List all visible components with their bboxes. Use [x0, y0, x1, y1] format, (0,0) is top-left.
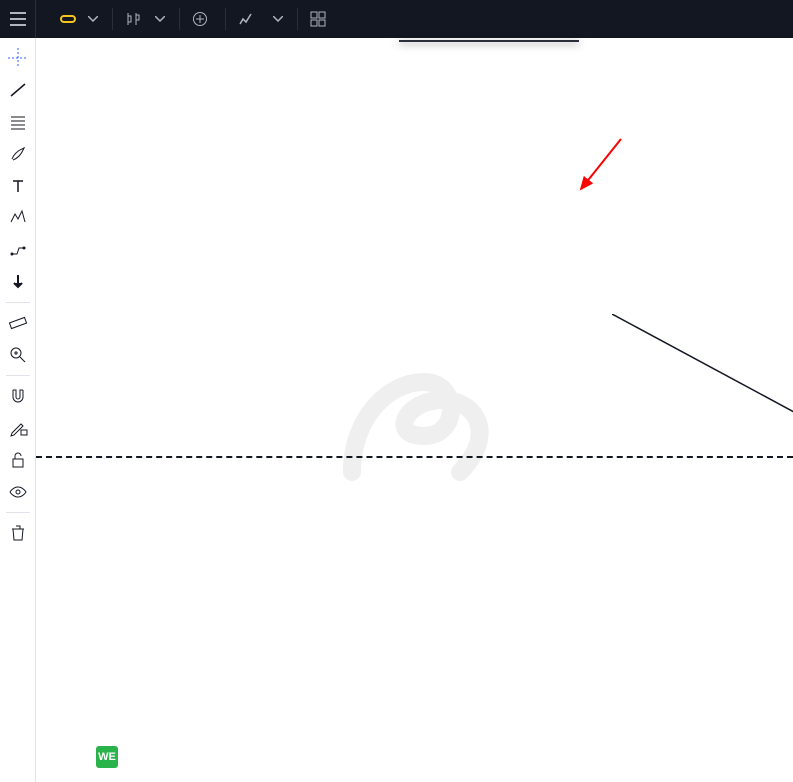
pencil-lock-icon: [8, 418, 28, 438]
trendline-tool[interactable]: [0, 74, 36, 106]
forecast-icon: [8, 240, 28, 260]
ruler-icon: [8, 313, 28, 333]
separator: [6, 375, 30, 376]
tool-rail: [0, 38, 36, 782]
pattern-tool[interactable]: [0, 202, 36, 234]
crosshair-icon: [8, 48, 28, 68]
candle-style-dropdown[interactable]: [147, 0, 173, 38]
topbar: [0, 0, 793, 38]
chevron-down-icon: [273, 16, 283, 22]
fib-icon: [8, 112, 28, 132]
text-tool[interactable]: [0, 170, 36, 202]
separator: [6, 512, 30, 513]
chevron-down-icon: [155, 16, 165, 22]
zoom-icon: [8, 345, 28, 365]
text-icon: [8, 176, 28, 196]
separator: [179, 8, 180, 30]
plus-circle-icon: [192, 11, 208, 27]
indicators-button[interactable]: [232, 11, 265, 27]
chart-area[interactable]: WE: [36, 38, 793, 782]
trash-tool[interactable]: [0, 517, 36, 549]
brush-tool[interactable]: [0, 138, 36, 170]
separator: [225, 8, 226, 30]
arrow-down-icon: [8, 272, 28, 292]
templates-button[interactable]: [304, 11, 337, 27]
timeframe-bar: [60, 15, 76, 23]
trash-icon: [8, 523, 28, 543]
compare-button[interactable]: [186, 11, 219, 27]
indicators-dropdown[interactable]: [265, 0, 291, 38]
lock-tool[interactable]: [0, 444, 36, 476]
separator: [112, 8, 113, 30]
eye-icon: [8, 482, 28, 502]
ruler-tool[interactable]: [0, 307, 36, 339]
timeframe-dropdown-toggle[interactable]: [80, 0, 106, 38]
fib-tool[interactable]: [0, 106, 36, 138]
visibility-tool[interactable]: [0, 476, 36, 508]
templates-icon: [310, 11, 326, 27]
separator: [297, 8, 298, 30]
magnet-icon: [8, 386, 28, 406]
long-short-tool[interactable]: [0, 266, 36, 298]
hamburger-button[interactable]: [0, 0, 36, 38]
annotation-arrow-icon: [576, 134, 626, 204]
separator: [6, 302, 30, 303]
forecast-tool[interactable]: [0, 234, 36, 266]
pattern-icon: [8, 208, 28, 228]
chevron-down-icon: [88, 16, 98, 22]
trendline-drawing: [612, 314, 793, 474]
brand-logo-icon: WE: [96, 746, 118, 768]
timeframe-dropdown: [399, 40, 579, 42]
crosshair-tool[interactable]: [0, 42, 36, 74]
hamburger-icon: [10, 12, 26, 26]
drawing-lock-tool[interactable]: [0, 412, 36, 444]
trendline-icon: [8, 80, 28, 100]
zoom-tool[interactable]: [0, 339, 36, 371]
brush-icon: [8, 144, 28, 164]
brand-badge: WE: [96, 746, 126, 768]
indicators-icon: [238, 11, 254, 27]
lock-open-icon: [8, 450, 28, 470]
candlestick-icon: [125, 11, 141, 27]
candle-style-button[interactable]: [119, 11, 147, 27]
magnet-tool[interactable]: [0, 380, 36, 412]
